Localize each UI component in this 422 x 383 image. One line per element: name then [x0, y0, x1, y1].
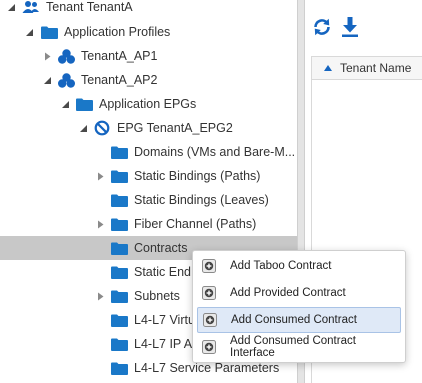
folder-icon	[41, 26, 58, 39]
folder-icon	[111, 266, 128, 279]
tree-item-application-profiles[interactable]: Application Profiles	[0, 20, 298, 44]
tree-item-label: Domains (VMs and Bare-M...	[134, 145, 296, 159]
tree-item-label: Fiber Channel (Paths)	[134, 217, 257, 231]
app-profile-icon	[58, 48, 75, 64]
collapsed-arrow-icon[interactable]	[42, 51, 52, 61]
tree-item-tenant[interactable]: Tenant TenantA	[0, 0, 298, 19]
collapsed-arrow-icon[interactable]	[95, 219, 105, 229]
menu-item-label: Add Provided Contract	[230, 287, 346, 299]
add-icon	[203, 313, 217, 327]
context-menu: Add Taboo Contract Add Provided Contract…	[192, 250, 406, 363]
folder-icon	[111, 170, 128, 183]
tree-item-label: L4-L7 Service Parameters	[134, 361, 280, 375]
epg-icon	[94, 120, 110, 136]
tree-item-static-bindings-paths[interactable]: Static Bindings (Paths)	[0, 164, 298, 188]
tree-item-label: Subnets	[134, 289, 180, 303]
folder-icon	[111, 194, 128, 207]
folder-icon	[111, 290, 128, 303]
tree-item-epg-tenanta-epg2[interactable]: EPG TenantA_EPG2	[0, 116, 298, 140]
sort-ascending-icon[interactable]	[324, 65, 332, 71]
tree-item-label: Contracts	[134, 241, 188, 255]
folder-icon	[111, 218, 128, 231]
app-profile-icon	[58, 72, 75, 88]
tree-item-label: TenantA_AP2	[81, 73, 158, 87]
tree-item-domains[interactable]: Domains (VMs and Bare-M...	[0, 140, 298, 164]
menu-item-add-consumed-contract-interface[interactable]: Add Consumed Contract Interface	[197, 334, 401, 360]
tree-item-tenanta-ap2[interactable]: TenantA_AP2	[0, 68, 298, 92]
menu-item-label: Add Taboo Contract	[230, 260, 332, 272]
expand-arrow-icon[interactable]	[78, 123, 88, 133]
expand-arrow-icon[interactable]	[42, 75, 52, 85]
tree-item-application-epgs[interactable]: Application EPGs	[0, 92, 298, 116]
download-button[interactable]	[339, 16, 361, 38]
folder-icon	[111, 362, 128, 375]
add-icon	[202, 286, 216, 300]
tree-item-static-bindings-leaves[interactable]: Static Bindings (Leaves)	[0, 188, 298, 212]
column-header-tenant-name[interactable]: Tenant Name	[340, 61, 411, 75]
menu-item-add-provided-contract[interactable]: Add Provided Contract	[197, 280, 401, 306]
folder-icon	[111, 242, 128, 255]
folder-icon	[111, 338, 128, 351]
collapsed-arrow-icon[interactable]	[95, 171, 105, 181]
menu-item-label: Add Consumed Contract Interface	[230, 335, 356, 359]
folder-icon	[76, 98, 93, 111]
tree-item-tenanta-ap1[interactable]: TenantA_AP1	[0, 44, 298, 68]
folder-icon	[111, 314, 128, 327]
expand-arrow-icon[interactable]	[60, 99, 70, 109]
tree-item-label: EPG TenantA_EPG2	[117, 121, 233, 135]
tree-item-label: Application EPGs	[99, 97, 197, 111]
folder-icon	[111, 146, 128, 159]
menu-item-label: Add Consumed Contract	[231, 314, 357, 326]
add-icon	[202, 259, 216, 273]
expand-arrow-icon[interactable]	[6, 2, 16, 12]
tree-item-label: TenantA_AP1	[81, 49, 158, 63]
tree-item-label: Static EndP	[134, 265, 200, 279]
collapsed-arrow-icon[interactable]	[95, 291, 105, 301]
tree-item-label: Static Bindings (Paths)	[134, 169, 261, 183]
tree-item-label: Application Profiles	[64, 25, 171, 39]
tree-item-label: Static Bindings (Leaves)	[134, 193, 269, 207]
menu-item-add-taboo-contract[interactable]: Add Taboo Contract	[197, 253, 401, 279]
menu-item-add-consumed-contract[interactable]: Add Consumed Contract	[197, 307, 401, 333]
expand-arrow-icon[interactable]	[24, 27, 34, 37]
tenant-icon	[22, 0, 40, 14]
tree-item-fiber-channel-paths[interactable]: Fiber Channel (Paths)	[0, 212, 298, 236]
refresh-button[interactable]	[311, 16, 333, 38]
tree-item-label: L4-L7 Virtu	[134, 313, 195, 327]
tree-item-label: Tenant TenantA	[46, 0, 133, 14]
tree-item-label: L4-L7 IP Ad	[134, 337, 200, 351]
add-icon	[202, 340, 216, 354]
download-icon	[339, 17, 361, 41]
refresh-icon	[311, 18, 333, 41]
grid-header: Tenant Name	[311, 56, 422, 80]
